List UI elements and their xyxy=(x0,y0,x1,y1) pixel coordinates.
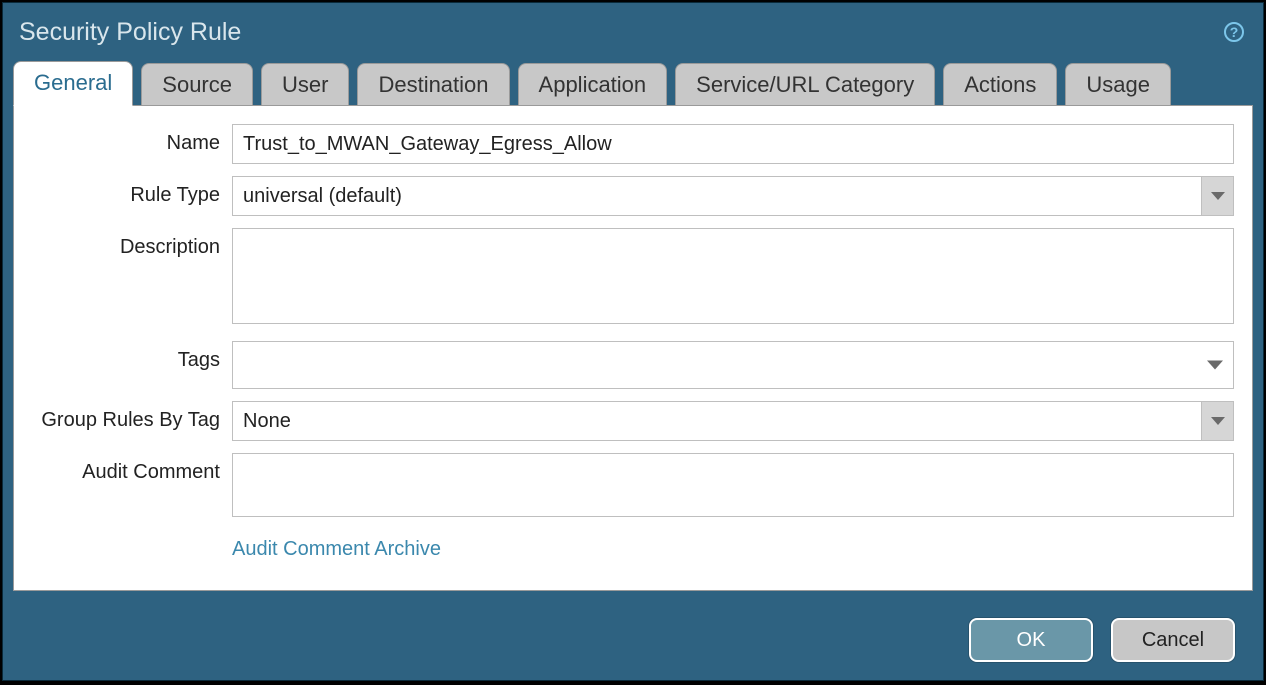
group-rules-dropdown[interactable]: None xyxy=(232,401,1234,441)
general-panel: Name Rule Type universal (default) Descr… xyxy=(13,105,1253,591)
rule-type-dropdown[interactable]: universal (default) xyxy=(232,176,1234,216)
tab-application[interactable]: Application xyxy=(518,63,668,105)
dialog-title: Security Policy Rule xyxy=(19,18,241,47)
tab-label: Destination xyxy=(378,72,488,97)
button-bar: OK Cancel xyxy=(3,600,1263,680)
chevron-down-icon xyxy=(1201,402,1233,440)
help-icon[interactable]: ? xyxy=(1223,21,1245,43)
tab-service-url-category[interactable]: Service/URL Category xyxy=(675,63,935,105)
group-rules-value: None xyxy=(243,410,291,433)
tab-label: Actions xyxy=(964,72,1036,97)
tags-dropdown[interactable] xyxy=(232,341,1234,389)
tabs-row: General Source User Destination Applicat… xyxy=(3,61,1263,105)
audit-comment-input[interactable] xyxy=(232,453,1234,517)
title-bar: Security Policy Rule ? xyxy=(3,3,1263,61)
tab-label: Service/URL Category xyxy=(696,72,914,97)
description-input[interactable] xyxy=(232,228,1234,324)
ok-button[interactable]: OK xyxy=(969,618,1093,662)
svg-text:?: ? xyxy=(1230,24,1239,40)
tags-label: Tags xyxy=(32,341,232,372)
tab-source[interactable]: Source xyxy=(141,63,253,105)
audit-comment-archive-link[interactable]: Audit Comment Archive xyxy=(232,538,441,561)
chevron-down-icon xyxy=(1207,361,1223,370)
group-rules-label: Group Rules By Tag xyxy=(32,401,232,432)
tab-general[interactable]: General xyxy=(13,61,133,106)
button-label: OK xyxy=(1017,629,1046,652)
cancel-button[interactable]: Cancel xyxy=(1111,618,1235,662)
description-label: Description xyxy=(32,228,232,259)
tab-label: Source xyxy=(162,72,232,97)
button-label: Cancel xyxy=(1142,629,1204,652)
rule-type-label: Rule Type xyxy=(32,176,232,207)
name-input[interactable] xyxy=(232,124,1234,164)
tab-actions[interactable]: Actions xyxy=(943,63,1057,105)
tab-label: User xyxy=(282,72,328,97)
tab-label: General xyxy=(34,70,112,95)
tab-usage[interactable]: Usage xyxy=(1065,63,1171,105)
security-policy-rule-dialog: Security Policy Rule ? General Source Us… xyxy=(2,2,1264,681)
audit-comment-label: Audit Comment xyxy=(32,453,232,484)
tab-label: Application xyxy=(539,72,647,97)
name-label: Name xyxy=(32,124,232,155)
rule-type-value: universal (default) xyxy=(243,185,402,208)
tab-label: Usage xyxy=(1086,72,1150,97)
tab-destination[interactable]: Destination xyxy=(357,63,509,105)
chevron-down-icon xyxy=(1201,177,1233,215)
tab-user[interactable]: User xyxy=(261,63,349,105)
